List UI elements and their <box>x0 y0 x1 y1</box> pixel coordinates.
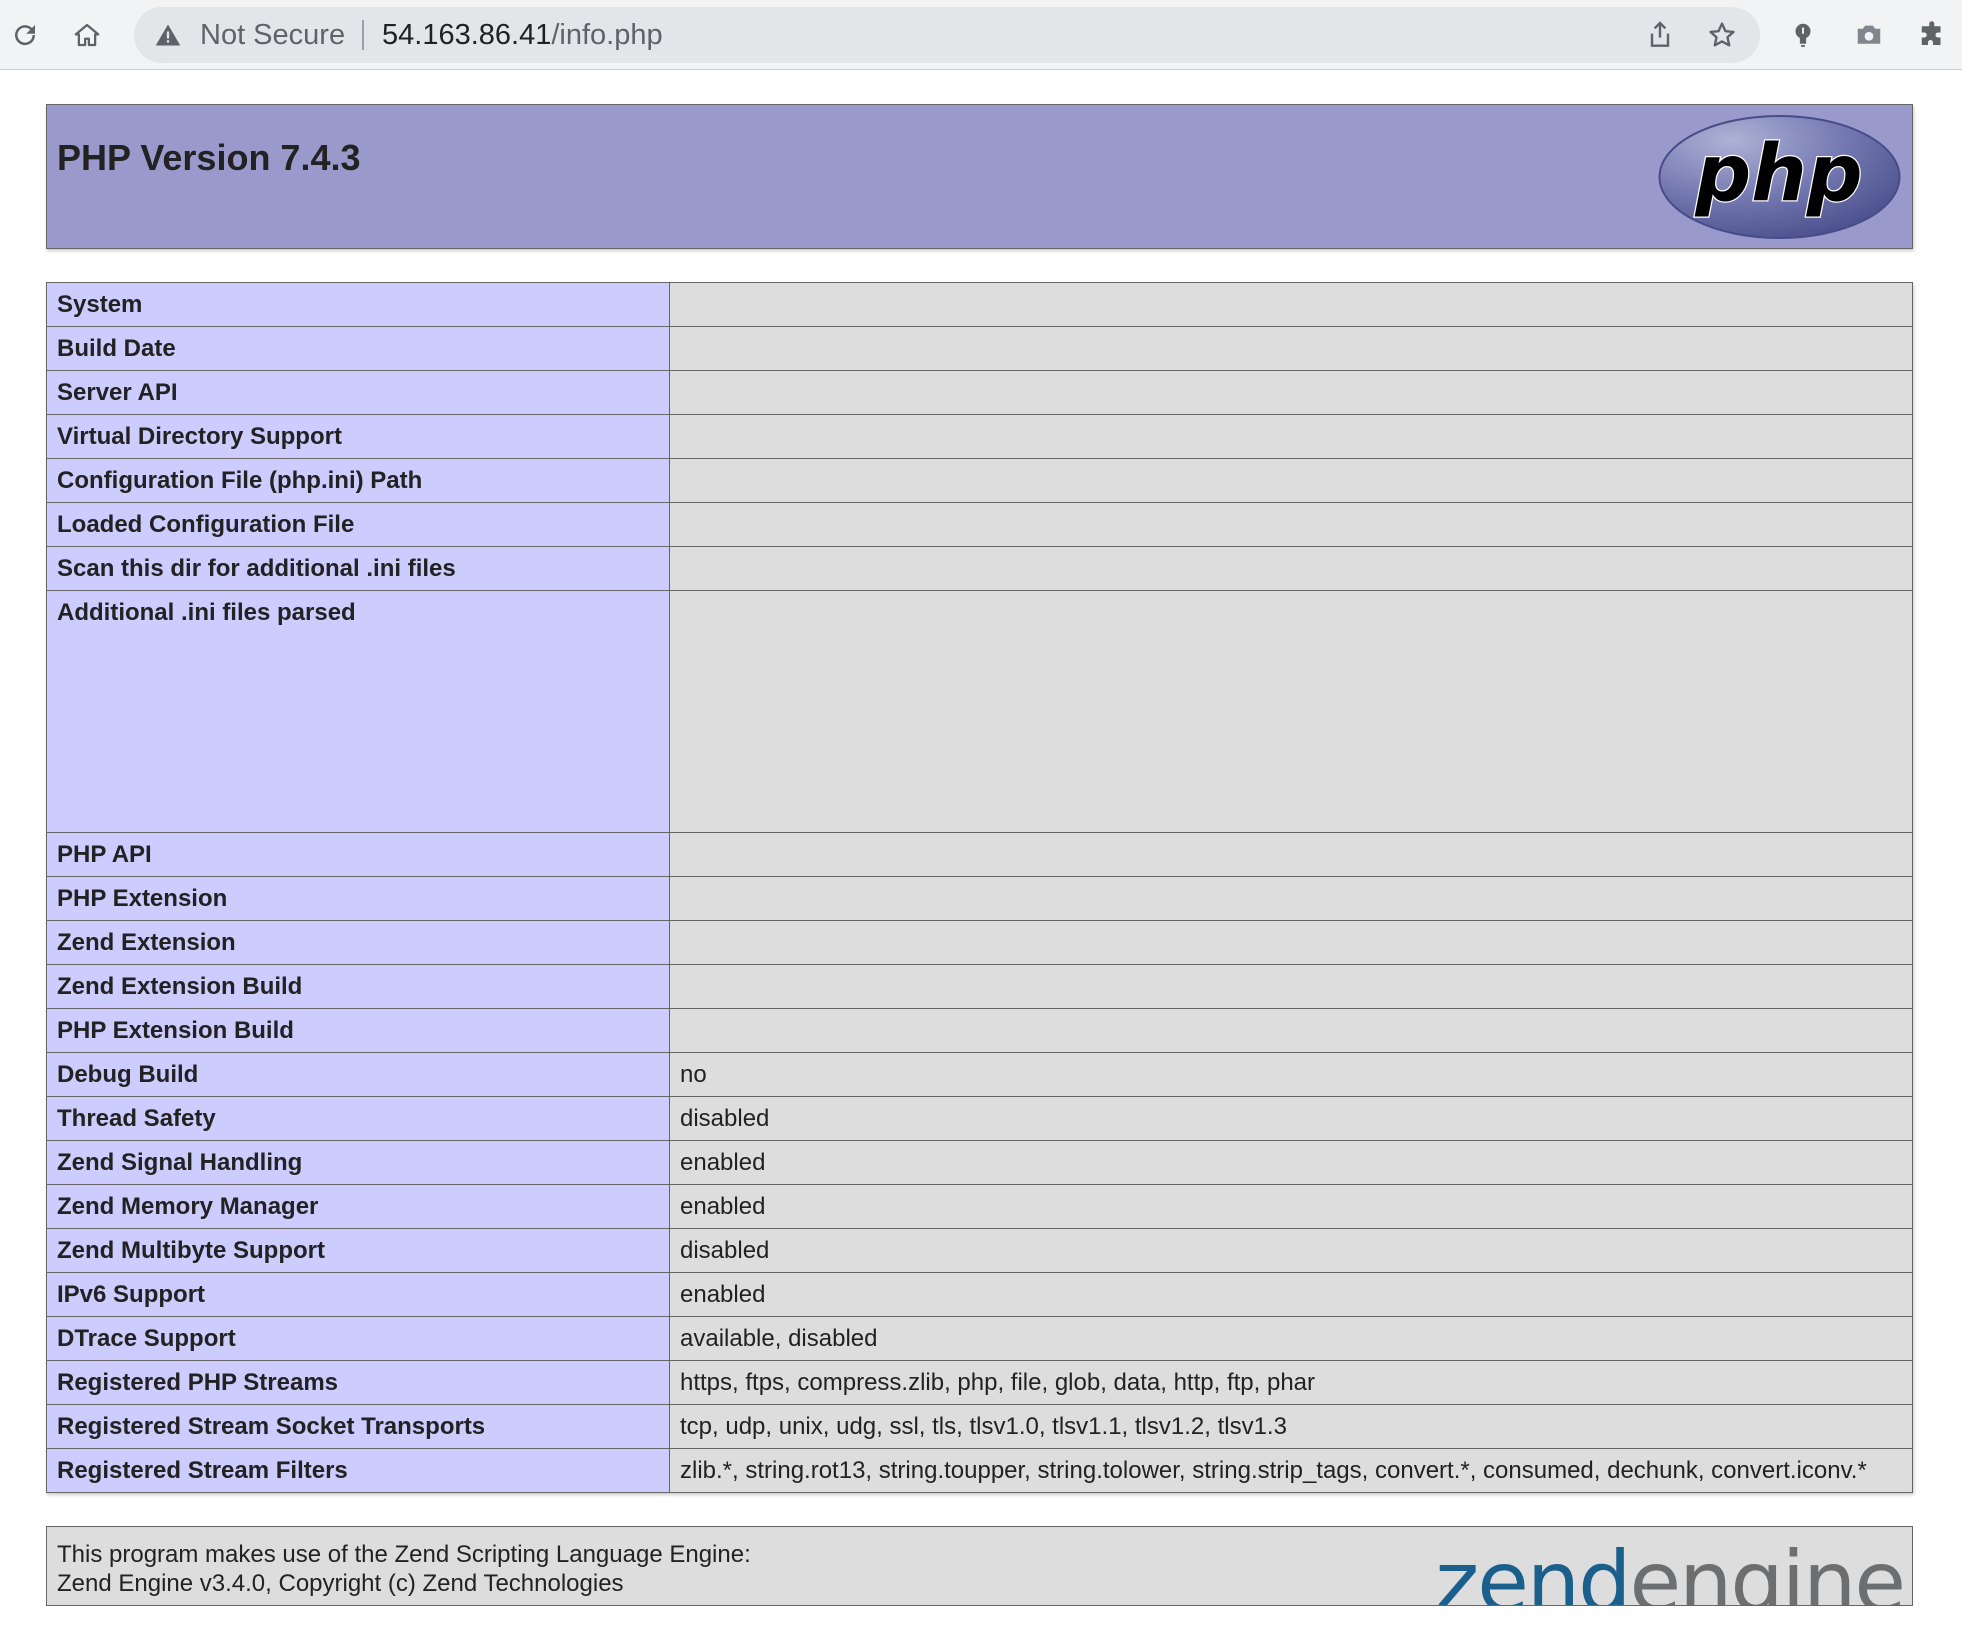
row-key: PHP Extension Build <box>46 1008 670 1053</box>
row-value: available, disabled <box>669 1316 1913 1361</box>
row-key: Zend Multibyte Support <box>46 1228 670 1273</box>
row-value <box>669 964 1913 1009</box>
security-status-label[interactable]: Not Secure <box>200 7 345 63</box>
php-logo[interactable]: php <box>1657 114 1902 240</box>
table-row: Thread Safety disabled <box>46 1096 1913 1141</box>
url-text[interactable]: 54.163.86.41/info.php <box>382 7 663 63</box>
reload-icon[interactable] <box>6 16 44 54</box>
row-key: DTrace Support <box>46 1316 670 1361</box>
row-value: no <box>669 1052 1913 1097</box>
row-key: Loaded Configuration File <box>46 502 670 547</box>
table-row: PHP Extension <box>46 876 1913 921</box>
zend-engine-logo[interactable]: zendengine <box>1384 1529 1904 1606</box>
row-key: System <box>46 282 670 327</box>
table-row: DTrace Support available, disabled <box>46 1316 1913 1361</box>
row-key: Thread Safety <box>46 1096 670 1141</box>
table-row: PHP Extension Build <box>46 1008 1913 1053</box>
table-row: Zend Memory Manager enabled <box>46 1184 1913 1229</box>
table-row: System <box>46 282 1913 327</box>
row-value <box>669 414 1913 459</box>
zend-footer: This program makes use of the Zend Scrip… <box>46 1526 1913 1606</box>
row-value <box>669 502 1913 547</box>
table-row: Zend Extension Build <box>46 964 1913 1009</box>
phpinfo-table: System Build Date Server API Virtual Direct… <box>46 282 1913 1493</box>
camera-icon[interactable] <box>1850 16 1888 54</box>
table-row: Zend Multibyte Support disabled <box>46 1228 1913 1273</box>
table-row: Registered Stream Filters zlib.*, string.… <box>46 1448 1913 1493</box>
row-value: enabled <box>669 1272 1913 1317</box>
row-value: disabled <box>669 1096 1913 1141</box>
php-logo-text: php <box>1694 129 1862 219</box>
row-key: Zend Signal Handling <box>46 1140 670 1185</box>
table-row: Registered Stream Socket Transports tcp, … <box>46 1404 1913 1449</box>
row-key: Additional .ini files parsed <box>46 590 670 833</box>
extensions-puzzle-icon[interactable] <box>1914 16 1952 54</box>
phpinfo-header: PHP Version 7.4.3 php <box>46 104 1913 249</box>
address-divider <box>362 20 364 50</box>
row-value <box>669 832 1913 877</box>
address-bar[interactable]: Not Secure 54.163.86.41/info.php <box>134 7 1760 63</box>
zend-copyright-text: Zend Engine v3.4.0, Copyright (c) Zend T… <box>57 1570 624 1597</box>
row-key: Virtual Directory Support <box>46 414 670 459</box>
table-row: Zend Extension <box>46 920 1913 965</box>
row-value <box>669 282 1913 327</box>
row-value: zlib.*, string.rot13, string.toupper, st… <box>669 1448 1913 1493</box>
row-key: Server API <box>46 370 670 415</box>
table-row: Debug Build no <box>46 1052 1913 1097</box>
row-key: Scan this dir for additional .ini files <box>46 546 670 591</box>
row-value <box>669 876 1913 921</box>
lightbulb-icon[interactable] <box>1784 16 1822 54</box>
url-path: /info.php <box>551 19 663 51</box>
zend-logo-text: zendengine <box>1435 1533 1904 1606</box>
table-row: Loaded Configuration File <box>46 502 1913 547</box>
url-host: 54.163.86.41 <box>382 19 552 51</box>
table-row: Additional .ini files parsed <box>46 590 1913 833</box>
share-icon[interactable] <box>1644 19 1678 53</box>
zend-usage-text: This program makes use of the Zend Scrip… <box>57 1541 751 1568</box>
phpinfo-content: PHP Version 7.4.3 php System Build Date Se… <box>46 104 1913 1606</box>
row-value <box>669 546 1913 591</box>
table-row: Build Date <box>46 326 1913 371</box>
table-row: Zend Signal Handling enabled <box>46 1140 1913 1185</box>
page-title: PHP Version 7.4.3 <box>57 137 361 178</box>
row-value <box>669 326 1913 371</box>
row-value: enabled <box>669 1184 1913 1229</box>
row-key: PHP API <box>46 832 670 877</box>
row-value: https, ftps, compress.zlib, php, file, g… <box>669 1360 1913 1405</box>
row-key: Registered Stream Socket Transports <box>46 1404 670 1449</box>
row-value <box>669 920 1913 965</box>
table-row: Registered PHP Streams https, ftps, compr… <box>46 1360 1913 1405</box>
browser-toolbar: Not Secure 54.163.86.41/info.php <box>0 0 1962 70</box>
row-value <box>669 590 1913 833</box>
phpinfo-rows: System Build Date Server API Virtual Direct… <box>46 282 1913 1493</box>
row-value: disabled <box>669 1228 1913 1273</box>
table-row: IPv6 Support enabled <box>46 1272 1913 1317</box>
row-key: Build Date <box>46 326 670 371</box>
row-key: Zend Extension <box>46 920 670 965</box>
row-value <box>669 370 1913 415</box>
row-key: Registered PHP Streams <box>46 1360 670 1405</box>
row-key: Zend Memory Manager <box>46 1184 670 1229</box>
row-value <box>669 1008 1913 1053</box>
row-value <box>669 458 1913 503</box>
row-value: enabled <box>669 1140 1913 1185</box>
row-value: tcp, udp, unix, udg, ssl, tls, tlsv1.0, … <box>669 1404 1913 1449</box>
table-row: Scan this dir for additional .ini files <box>46 546 1913 591</box>
table-row: Configuration File (php.ini) Path <box>46 458 1913 503</box>
table-row: Virtual Directory Support <box>46 414 1913 459</box>
table-row: Server API <box>46 370 1913 415</box>
home-icon[interactable] <box>68 16 106 54</box>
warning-icon[interactable] <box>154 21 182 49</box>
table-row: PHP API <box>46 832 1913 877</box>
row-key: PHP Extension <box>46 876 670 921</box>
bookmark-star-icon[interactable] <box>1706 19 1740 53</box>
row-key: Zend Extension Build <box>46 964 670 1009</box>
row-key: Configuration File (php.ini) Path <box>46 458 670 503</box>
row-key: Debug Build <box>46 1052 670 1097</box>
row-key: IPv6 Support <box>46 1272 670 1317</box>
row-key: Registered Stream Filters <box>46 1448 670 1493</box>
